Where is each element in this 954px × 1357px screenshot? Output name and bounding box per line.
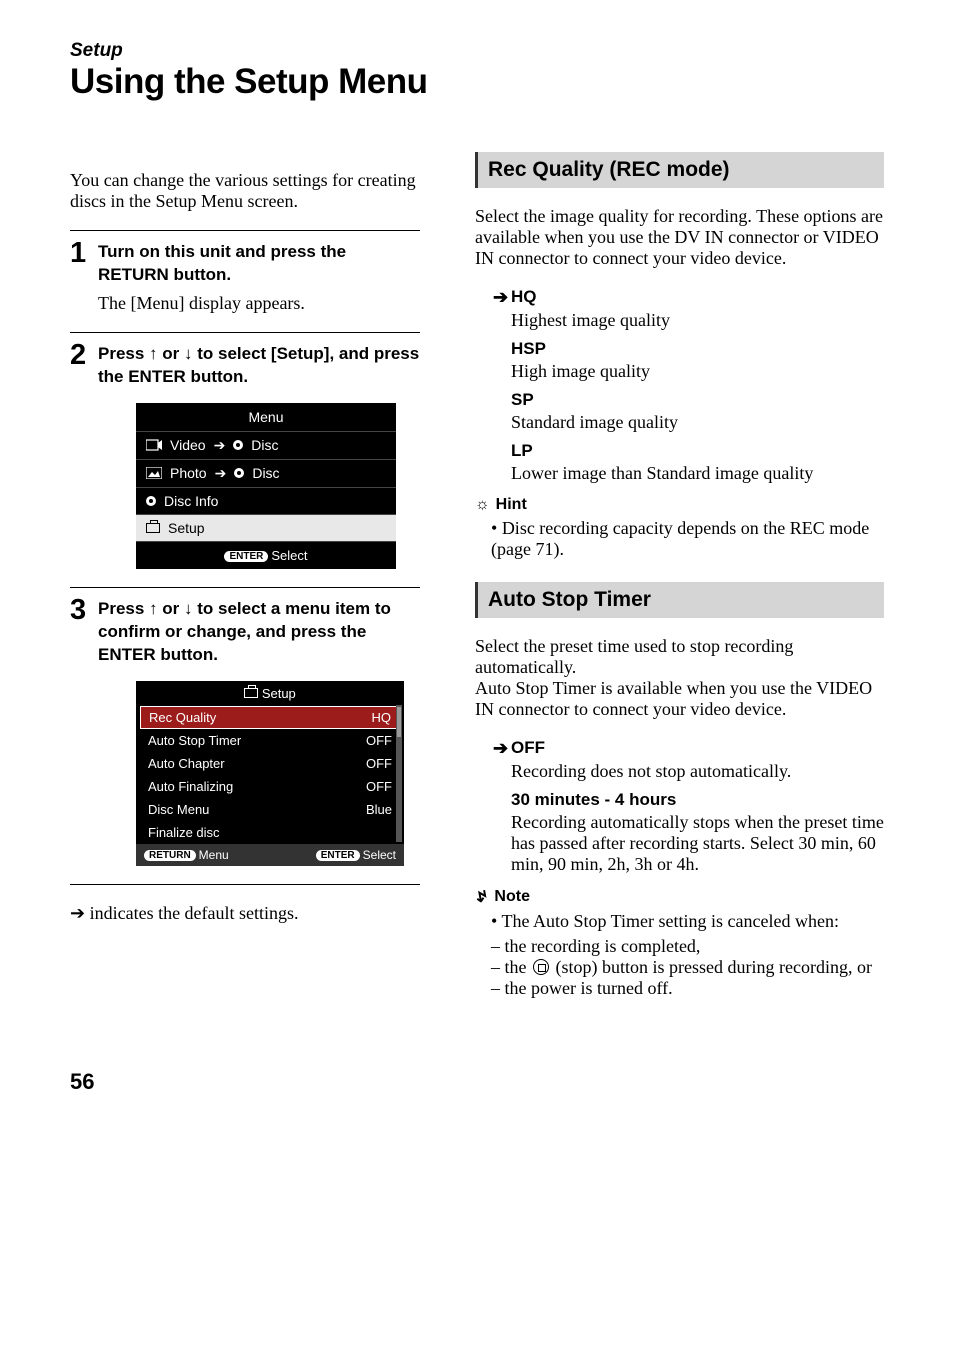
arrow-icon: ➔ <box>215 465 227 482</box>
setup-icon <box>146 523 160 533</box>
disc-icon <box>234 468 244 478</box>
menu-item-photo: Photo ➔ Disc <box>136 459 396 487</box>
step-3: 3 Press ↑ or ↓ to select a menu item to … <box>70 598 420 866</box>
menu-footer: ENTERSelect <box>136 541 396 569</box>
menu-title: Menu <box>136 403 396 431</box>
definition-lp: LP Lower image than Standard image quali… <box>493 441 884 484</box>
note-list: The Auto Stop Timer setting is canceled … <box>475 911 884 932</box>
setup-row: Auto Chapter OFF <box>136 752 404 775</box>
return-pill: RETURN <box>144 850 196 861</box>
step-2: 2 Press ↑ or ↓ to select [Setup], and pr… <box>70 343 420 569</box>
definition-hsp: HSP High image quality <box>493 339 884 382</box>
divider <box>70 332 420 333</box>
divider <box>70 230 420 231</box>
note-item: the power is turned off. <box>491 978 884 999</box>
step-1: 1 Turn on this unit and press the RETURN… <box>70 241 420 314</box>
step-number: 3 <box>70 596 98 665</box>
arrow-icon: ➔ <box>214 437 226 454</box>
page-number: 56 <box>70 1069 884 1095</box>
section-intro: Select the preset time used to stop reco… <box>475 636 884 720</box>
hint-list: Disc recording capacity depends on the R… <box>475 518 884 560</box>
setup-row: Auto Finalizing OFF <box>136 775 404 798</box>
menu-item-video: Video ➔ Disc <box>136 431 396 459</box>
setup-screenshot: Setup Rec Quality HQ Auto Stop Timer OFF… <box>136 681 404 866</box>
menu-item-setup: Setup <box>136 514 396 541</box>
definition-sp: SP Standard image quality <box>493 390 884 433</box>
stop-icon <box>533 959 549 975</box>
arrow-icon: ➔ <box>70 903 85 923</box>
section-heading-auto-stop: Auto Stop Timer <box>475 582 884 618</box>
default-arrow-icon: ➔ <box>493 738 511 759</box>
disc-icon <box>146 496 156 506</box>
page-header: Setup Using the Setup Menu <box>70 40 884 102</box>
step-heading: Press ↑ or ↓ to select [Setup], and pres… <box>98 343 420 389</box>
setup-row: Auto Stop Timer OFF <box>136 729 404 752</box>
setup-row: Finalize disc <box>136 821 404 844</box>
step-number: 2 <box>70 341 98 387</box>
note-item: the recording is completed, <box>491 936 884 957</box>
scrollbar <box>396 705 402 842</box>
step-number: 1 <box>70 239 98 285</box>
disc-icon <box>233 440 243 450</box>
divider <box>70 884 420 885</box>
definition-hq: ➔ HQ Highest image quality <box>493 287 884 331</box>
setup-row-rec-quality: Rec Quality HQ <box>140 706 400 729</box>
setup-row: Disc Menu Blue <box>136 798 404 821</box>
right-column: Rec Quality (REC mode) Select the image … <box>475 152 884 999</box>
section-intro: Select the image quality for recording. … <box>475 206 884 269</box>
enter-pill: ENTER <box>316 850 360 861</box>
intro-text: You can change the various settings for … <box>70 170 420 212</box>
hint-item: Disc recording capacity depends on the R… <box>491 518 884 560</box>
page-title: Using the Setup Menu <box>70 62 884 102</box>
step-body: The [Menu] display appears. <box>70 293 420 314</box>
note-heading: Note <box>475 887 884 907</box>
note-icon <box>475 887 488 907</box>
step-heading: Turn on this unit and press the RETURN b… <box>98 241 420 287</box>
section-heading-rec-quality: Rec Quality (REC mode) <box>475 152 884 188</box>
note-item: the (stop) button is pressed during reco… <box>491 957 884 978</box>
default-arrow-icon: ➔ <box>493 287 511 308</box>
hint-heading: Hint <box>475 496 884 514</box>
setup-footer: RETURNMenu ENTERSelect <box>136 844 404 866</box>
step-heading: Press ↑ or ↓ to select a menu item to co… <box>98 598 420 667</box>
definition-duration: 30 minutes - 4 hours Recording automatic… <box>493 790 884 875</box>
video-icon <box>146 439 162 451</box>
photo-icon <box>146 467 162 479</box>
setup-title: Setup <box>136 681 404 706</box>
bulb-icon <box>475 496 490 514</box>
enter-pill: ENTER <box>224 551 268 562</box>
divider <box>70 587 420 588</box>
definition-off: ➔ OFF Recording does not stop automatica… <box>493 738 884 782</box>
menu-screenshot: Menu Video ➔ Disc Photo ➔ Disc <box>136 403 396 569</box>
default-indicator-note: ➔ indicates the default settings. <box>70 903 420 924</box>
note-intro: The Auto Stop Timer setting is canceled … <box>491 911 884 932</box>
note-sublist: the recording is completed, the (stop) b… <box>491 936 884 999</box>
section-label: Setup <box>70 40 884 62</box>
left-column: You can change the various settings for … <box>70 152 420 999</box>
menu-item-disc-info: Disc Info <box>136 487 396 514</box>
